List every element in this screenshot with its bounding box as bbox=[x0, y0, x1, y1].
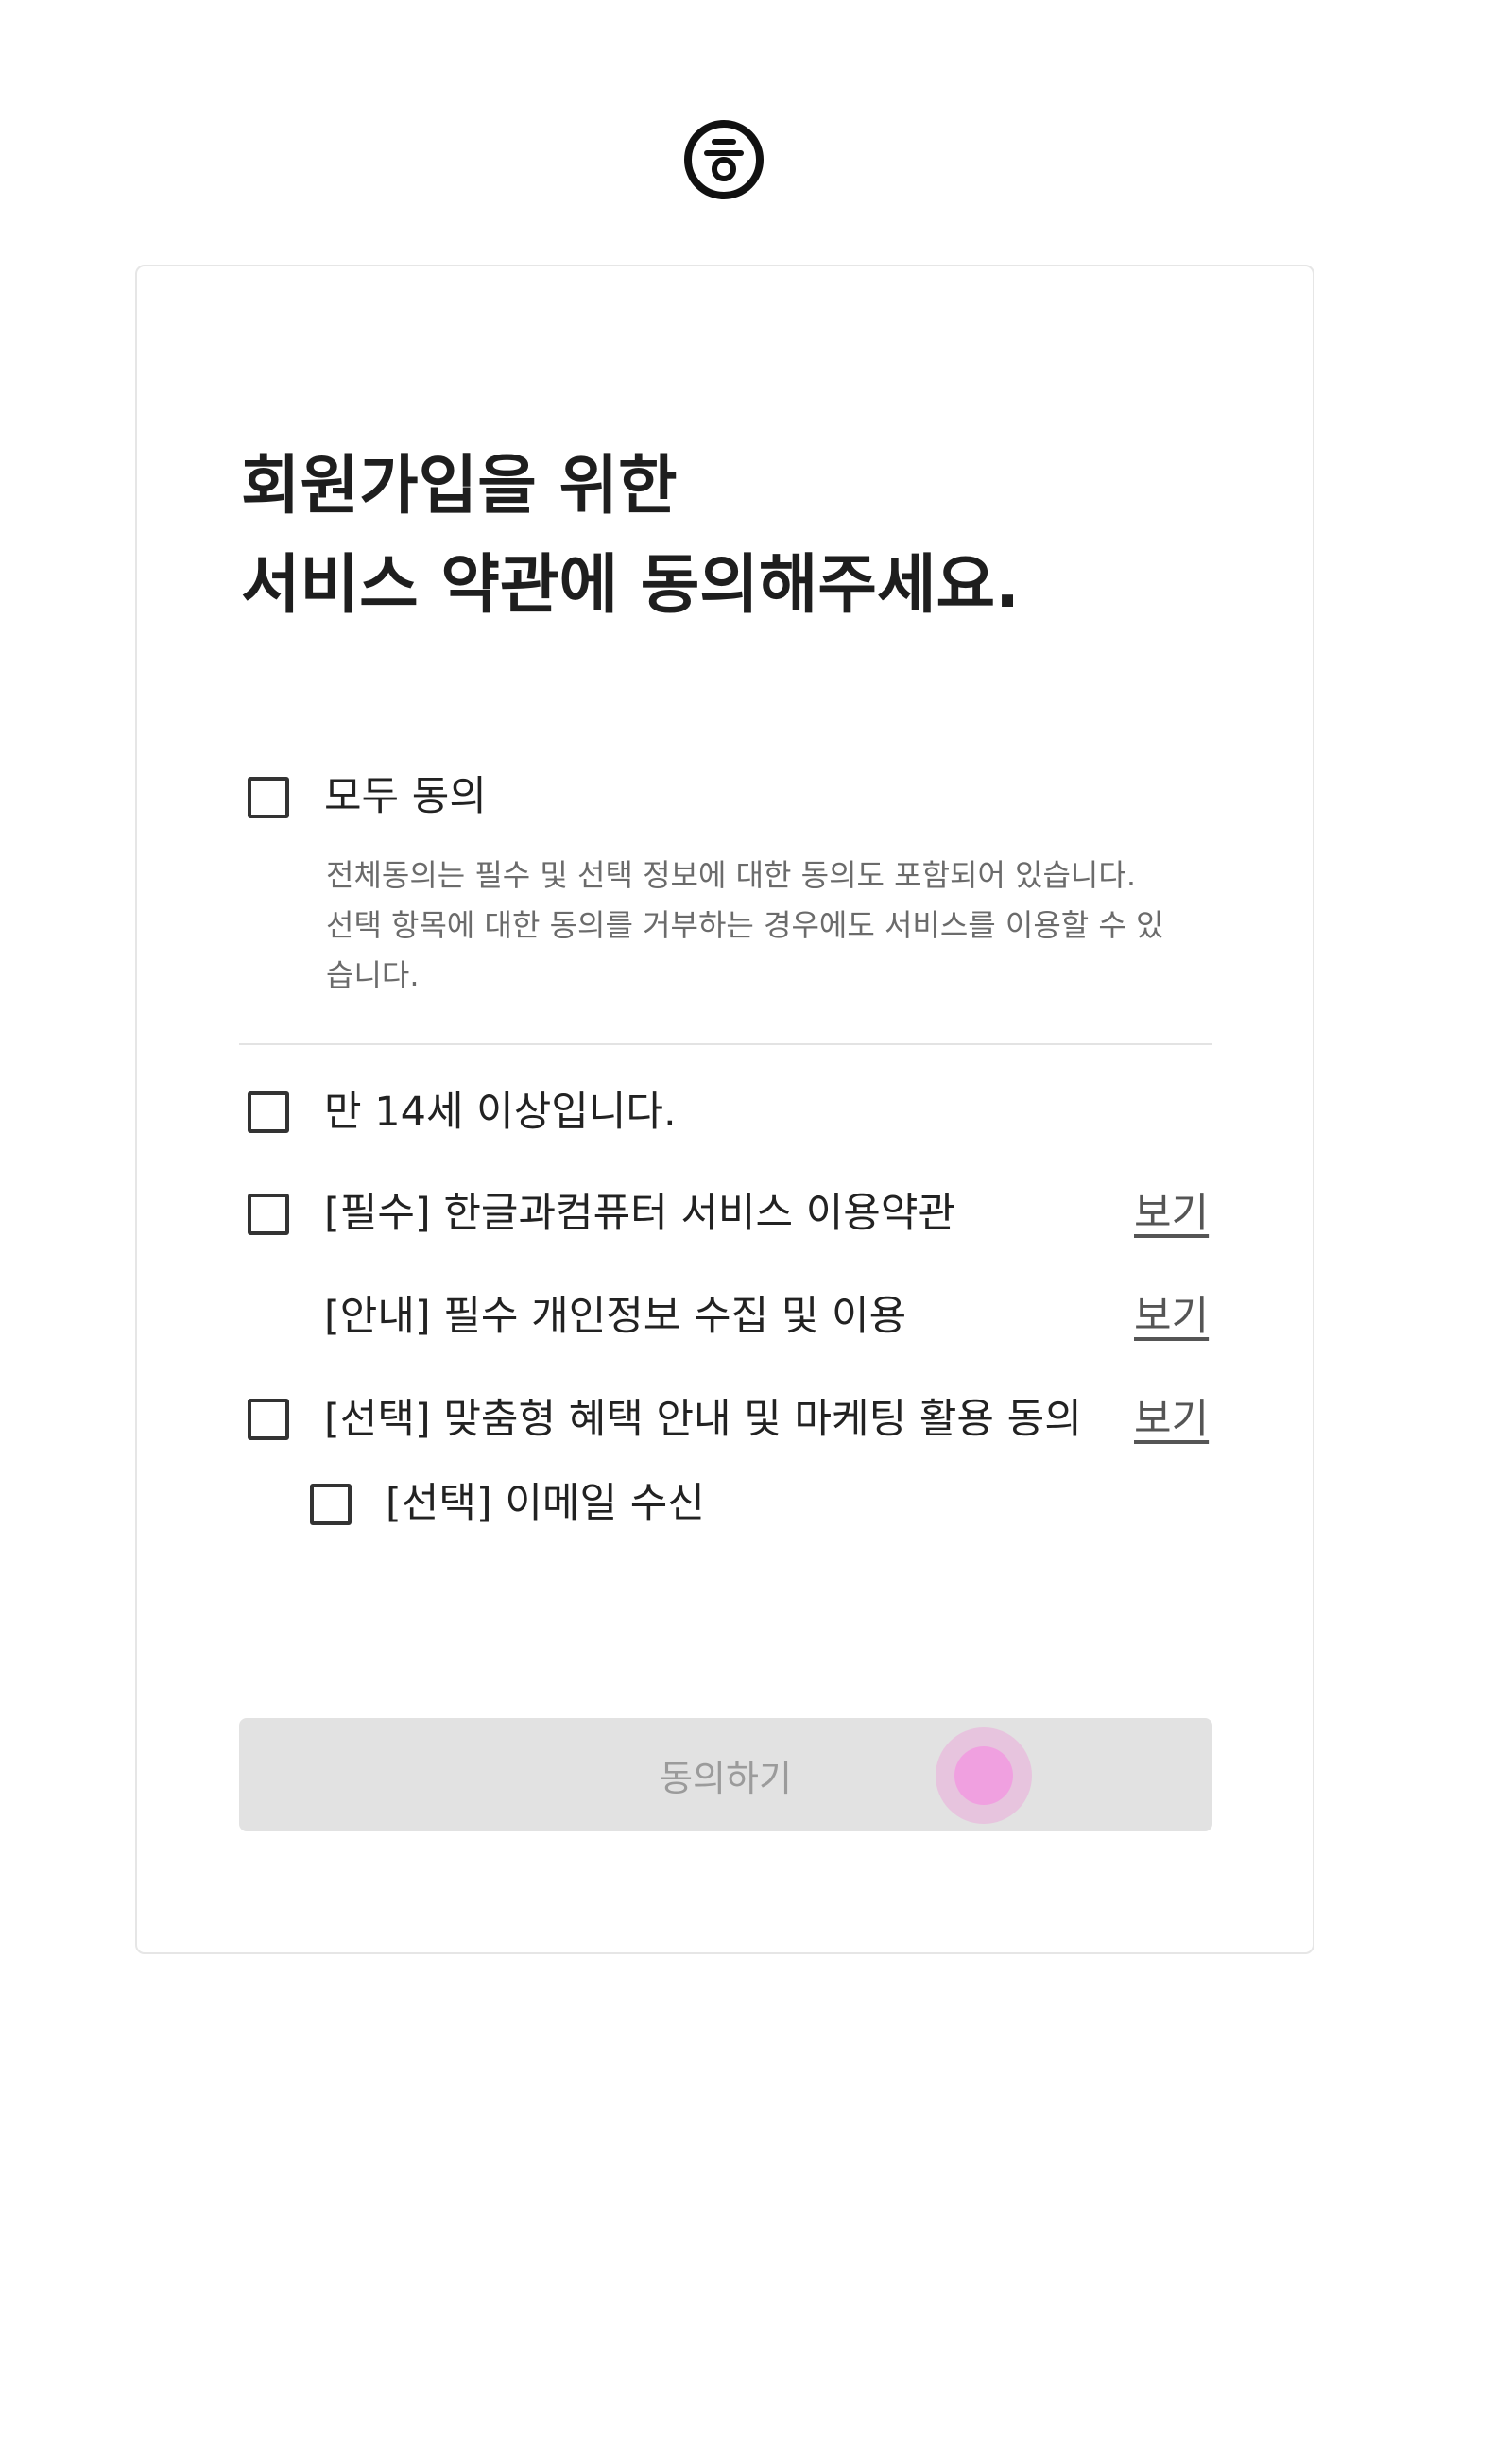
marketing-consent-view-link[interactable]: 보기 bbox=[1134, 1393, 1209, 1446]
email-consent-label[interactable]: [선택] 이메일 수신 bbox=[386, 1477, 705, 1530]
page-title-line-1: 회원가입을 위한 bbox=[241, 449, 678, 524]
page-title-line-2: 서비스 약관에 동의해주세요. bbox=[241, 548, 1020, 623]
agree-all-checkbox[interactable] bbox=[248, 777, 289, 818]
marketing-consent-label[interactable]: [선택] 맞춤형 혜택 안내 및 마케팅 활용 동의 bbox=[324, 1393, 1082, 1446]
privacy-notice-view-link[interactable]: 보기 bbox=[1134, 1290, 1209, 1343]
marketing-consent-checkbox[interactable] bbox=[248, 1399, 289, 1440]
terms-of-service-view-link[interactable]: 보기 bbox=[1134, 1187, 1209, 1240]
agree-all-description-line: 선택 항목에 대한 동의를 거부하는 경우에도 서비스를 이용할 수 있 bbox=[326, 907, 1164, 943]
terms-of-service-label[interactable]: [필수] 한글과컴퓨터 서비스 이용약관 bbox=[324, 1187, 955, 1240]
touch-indicator bbox=[954, 1746, 1013, 1805]
age-14-label[interactable]: 만 14세 이상입니다. bbox=[324, 1086, 677, 1139]
agree-all-label[interactable]: 모두 동의 bbox=[324, 770, 487, 823]
agree-all-description: 전체동의는 필수 및 선택 정보에 대한 동의도 포함되어 있습니다. 선택 항… bbox=[326, 850, 1214, 1001]
hancom-logo-icon bbox=[682, 118, 765, 201]
age-14-checkbox[interactable] bbox=[248, 1091, 289, 1133]
agree-button[interactable]: 동의하기 bbox=[239, 1718, 1212, 1831]
agree-all-description-line: 전체동의는 필수 및 선택 정보에 대한 동의도 포함되어 있습니다. bbox=[326, 857, 1136, 893]
page-title: 회원가입을 위한 서비스 약관에 동의해주세요. bbox=[241, 437, 1020, 635]
agree-all-description-line: 습니다. bbox=[326, 957, 420, 993]
terms-of-service-checkbox[interactable] bbox=[248, 1194, 289, 1235]
divider bbox=[239, 1043, 1212, 1045]
email-consent-checkbox[interactable] bbox=[310, 1484, 352, 1525]
privacy-notice-label: [안내] 필수 개인정보 수집 및 이용 bbox=[324, 1293, 907, 1340]
